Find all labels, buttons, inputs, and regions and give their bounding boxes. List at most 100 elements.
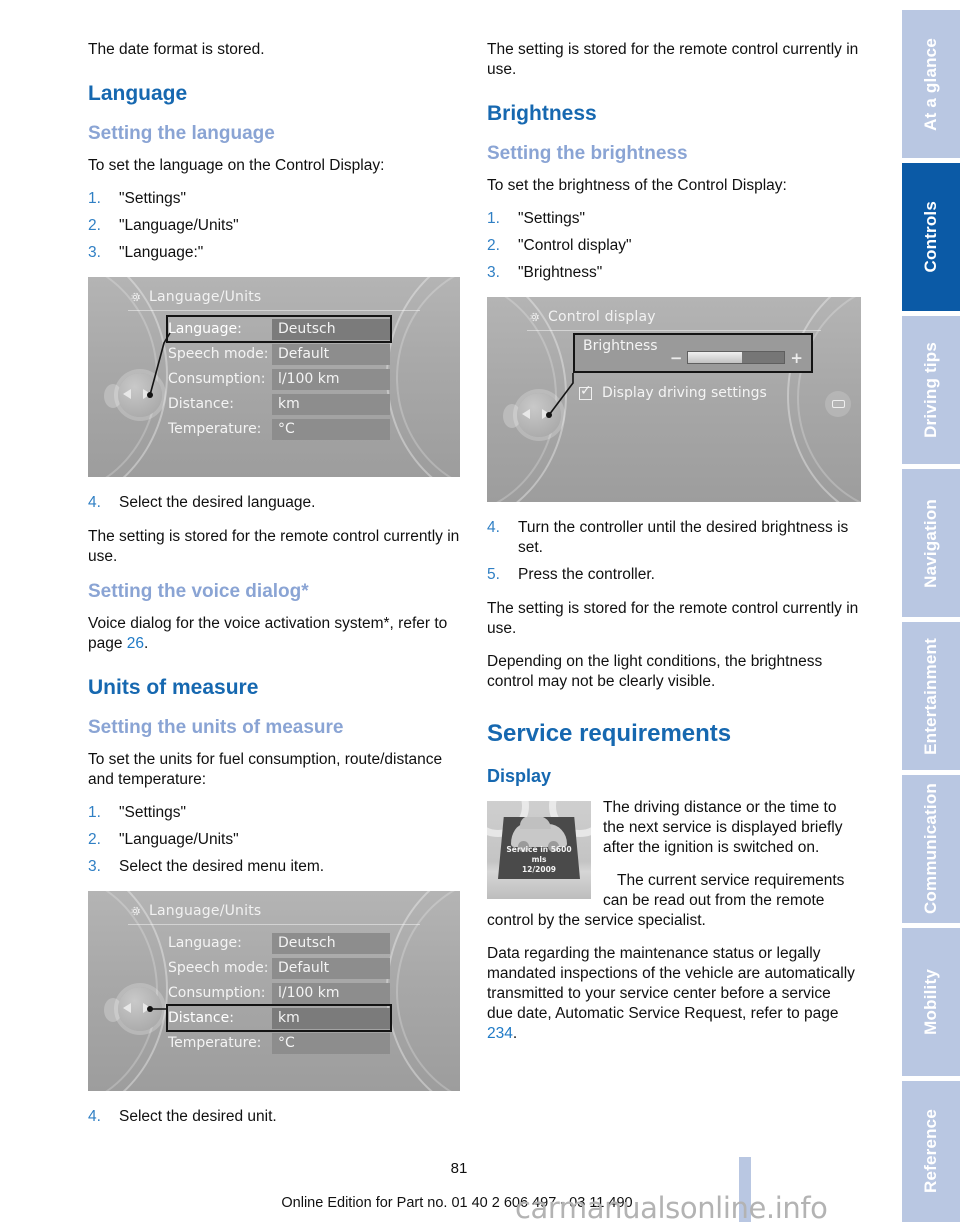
menu-row-value: l/100 km	[272, 368, 390, 390]
tab-controls[interactable]: Controls	[902, 163, 960, 311]
step-text: Select the desired language.	[119, 494, 316, 511]
heading-brightness: Brightness	[487, 102, 597, 125]
menu-row-label: Consumption:	[168, 371, 266, 387]
screen-glyph	[831, 400, 845, 408]
step-text: "Language/Units"	[119, 831, 239, 848]
tab-mobility[interactable]: Mobility	[902, 928, 960, 1076]
manual-page: The date format is stored. Language Sett…	[0, 0, 960, 1222]
figure-menu-list: Language: Deutsch Speech mode: Default C…	[166, 931, 392, 1056]
brightness-control-panel[interactable]: Brightness − +	[573, 333, 813, 373]
list-item: 2. "Control display"	[487, 236, 859, 256]
minus-icon[interactable]: −	[670, 350, 683, 365]
chevron-left-icon	[123, 1003, 131, 1013]
step-number: 4.	[88, 1108, 101, 1125]
step-text: Select the desired unit.	[119, 1108, 277, 1125]
menu-row-distance[interactable]: Distance: km	[168, 392, 390, 416]
chevron-right-icon	[143, 1003, 151, 1013]
step-text: "Settings"	[119, 804, 187, 821]
brightness-stored-note-bottom: The setting is stored for the remote con…	[487, 600, 859, 637]
figure-title: Control display	[548, 309, 656, 325]
list-item: 4. Turn the controller until the desired…	[487, 518, 859, 558]
list-item: 1. "Settings"	[487, 209, 859, 229]
tab-label: Communication	[921, 783, 940, 915]
menu-row-label: Language:	[168, 935, 242, 951]
display-toggle-button-icon[interactable]	[825, 391, 851, 417]
list-item: 3. "Brightness"	[487, 263, 859, 283]
step-number: 5.	[487, 566, 500, 583]
chevron-left-icon	[522, 409, 530, 419]
tab-label: Entertainment	[921, 637, 940, 755]
list-item: 2. "Language/Units"	[88, 216, 460, 236]
tab-communication[interactable]: Communication	[902, 775, 960, 923]
setting-units-steps: 1. "Settings" 2. "Language/Units" 3. Sel…	[88, 803, 460, 877]
list-item: 1. "Settings"	[88, 803, 460, 823]
menu-row-temperature[interactable]: Temperature: °C	[168, 417, 390, 441]
tab-at-a-glance[interactable]: At a glance	[902, 10, 960, 158]
heading-units-of-measure: Units of measure	[88, 676, 259, 699]
slider-track[interactable]	[687, 351, 786, 364]
slider-fill	[688, 352, 743, 363]
display-driving-settings-checkbox-row[interactable]: Display driving settings	[579, 383, 767, 401]
tab-label: Driving tips	[921, 342, 940, 438]
step-text: "Language/Units"	[119, 217, 239, 234]
step-text: "Settings"	[119, 190, 187, 207]
gear-icon	[128, 290, 142, 304]
checkbox-checked-icon[interactable]	[579, 383, 592, 400]
menu-row-temperature[interactable]: Temperature: °C	[168, 1031, 390, 1055]
brightness-slider[interactable]: − +	[670, 350, 803, 365]
menu-row-value: km	[272, 1007, 390, 1029]
subheading-setting-the-brightness: Setting the brightness	[487, 143, 688, 164]
menu-row-value: Default	[272, 957, 390, 979]
menu-row-label: Distance:	[168, 396, 234, 412]
chevron-left-icon	[123, 389, 131, 399]
page-reference-link[interactable]: 26	[127, 635, 144, 652]
intro-paragraph: The date format is stored.	[88, 41, 265, 58]
subheading-setting-the-language: Setting the language	[88, 123, 275, 144]
display-para3-text-end: .	[512, 1025, 518, 1042]
brightness-steps-after: 4. Turn the controller until the desired…	[487, 518, 859, 585]
tab-navigation[interactable]: Navigation	[902, 469, 960, 617]
figure-title: Language/Units	[149, 903, 262, 919]
language-stored-note: The setting is stored for the remote con…	[88, 528, 460, 565]
step-number: 1.	[487, 210, 500, 227]
subheading-setting-the-voice-dialog: Setting the voice dialog*	[88, 581, 309, 602]
tab-label: Mobility	[921, 969, 940, 1035]
tab-driving-tips[interactable]: Driving tips	[902, 316, 960, 464]
page-number: 81	[0, 1160, 960, 1177]
menu-row-speech-mode[interactable]: Speech mode: Default	[168, 342, 390, 366]
service-distance-line: Service in 5600 mls	[506, 845, 572, 864]
service-message-panel: Service in 5600 mls 12/2009	[498, 817, 580, 879]
checkbox-label: Display driving settings	[602, 385, 767, 401]
site-watermark: carmanualsonline.info	[515, 1191, 828, 1222]
menu-row-language[interactable]: Language: Deutsch	[168, 931, 390, 955]
service-display-figure: Service in 5600 mls 12/2009	[487, 801, 591, 899]
menu-row-speech-mode[interactable]: Speech mode: Default	[168, 956, 390, 980]
menu-row-label: Speech mode:	[168, 960, 269, 976]
menu-row-label: Temperature:	[168, 1035, 262, 1051]
units-step-4: 4. Select the desired unit.	[88, 1107, 460, 1127]
menu-row-distance[interactable]: Distance: km	[166, 1004, 392, 1032]
setting-brightness-steps: 1. "Settings" 2. "Control display" 3. "B…	[487, 209, 859, 283]
menu-row-consumption[interactable]: Consumption: l/100 km	[168, 981, 390, 1005]
menu-row-label: Temperature:	[168, 421, 262, 437]
step-number: 1.	[88, 804, 101, 821]
tab-entertainment[interactable]: Entertainment	[902, 622, 960, 770]
gear-icon	[128, 904, 142, 918]
figure-title-divider	[128, 924, 420, 925]
subheading-display: Display	[487, 766, 552, 786]
heading-service-requirements: Service requirements	[487, 720, 732, 747]
step-text: "Control display"	[518, 237, 632, 254]
menu-row-label: Speech mode:	[168, 346, 269, 362]
menu-row-value: l/100 km	[272, 982, 390, 1004]
step-number: 2.	[487, 237, 500, 254]
page-number-value: 81	[450, 1160, 468, 1177]
step-number: 4.	[487, 519, 500, 536]
step-text: "Settings"	[518, 210, 586, 227]
tab-label: Controls	[921, 201, 940, 273]
plus-icon[interactable]: +	[790, 350, 803, 365]
page-reference-link[interactable]: 234	[487, 1025, 513, 1042]
controller-icon	[104, 369, 168, 427]
menu-row-consumption[interactable]: Consumption: l/100 km	[168, 367, 390, 391]
left-column: The date format is stored. Language Sett…	[88, 40, 460, 1141]
menu-row-language[interactable]: Language: Deutsch	[166, 315, 392, 343]
